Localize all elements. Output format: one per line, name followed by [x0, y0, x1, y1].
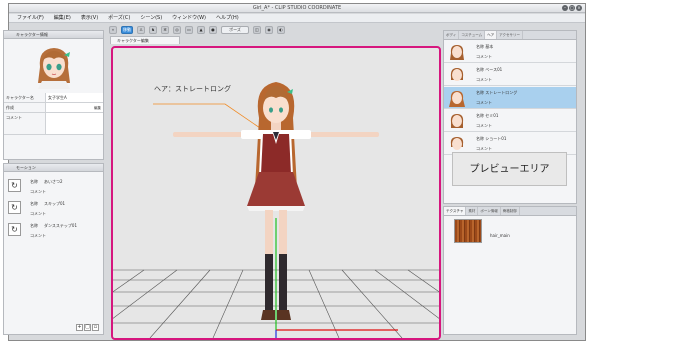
motion-reload-icon[interactable]: ↻: [8, 223, 21, 236]
preview-area[interactable]: ヘア：ストレートロング: [111, 46, 441, 340]
motion-name-label: 名称: [30, 179, 38, 184]
maximize-icon[interactable]: □: [569, 5, 575, 11]
motion-tab[interactable]: モーション: [4, 164, 103, 172]
character-properties: キャラクター名 女子学生A 作成 編集 コメント: [4, 93, 103, 135]
window-title: Girl_A* - CLIP STUDIO COORDINATE: [252, 5, 342, 11]
menu-help[interactable]: ヘルプ(H): [216, 14, 239, 22]
hair-list-item-selected[interactable]: 名称 ストレートロング コメント: [444, 87, 576, 109]
motion-reload-icon[interactable]: ↻: [8, 179, 21, 192]
motion-comment-label: コメント: [30, 211, 46, 216]
character-info-panel: キャラクター情報 キャラクター名 女子学生A 作成 編集 コメント: [3, 30, 104, 160]
motion-name: ダンスステップ01: [44, 223, 78, 228]
character-avatar: [26, 43, 82, 89]
menu-window[interactable]: ウィンドウ(W): [172, 14, 206, 22]
window-controls: – □ ×: [562, 5, 582, 11]
character-info-tab[interactable]: キャラクター情報: [4, 31, 103, 39]
motion-name: スキップ01: [44, 201, 66, 206]
hair-comment-label: コメント: [476, 77, 492, 82]
prop-key: コメント: [4, 113, 46, 134]
texture-panel: テクスチャ 素材 ボーン情報 骨格制御 hair_main: [443, 206, 577, 335]
dark-sphere-icon[interactable]: ◉: [265, 25, 273, 34]
tab-costume[interactable]: コスチューム: [459, 31, 486, 39]
toolbar: « 移動 ♙ ♞ ✲ ◎ ▭ ▲ ● ポーズ ◫ ◉ ◐: [109, 24, 449, 35]
menu-view[interactable]: 表示(V): [81, 14, 98, 22]
menu-file[interactable]: ファイル(F): [17, 14, 44, 22]
prop-key: キャラクター名: [4, 93, 46, 102]
hair-comment-label: コメント: [476, 123, 492, 128]
gear-icon[interactable]: ✲: [161, 25, 169, 34]
preview-hair-label: ヘア：ストレートロング: [154, 85, 231, 93]
texture-thumbnail[interactable]: [454, 219, 482, 243]
parts-tabs: ボディ コスチューム ヘア アクセサリー: [444, 31, 576, 40]
texture-tabs: テクスチャ 素材 ボーン情報 骨格制御: [444, 207, 576, 216]
hair-name: 名称 ベース01: [476, 67, 503, 72]
run-icon[interactable]: ♞: [149, 25, 157, 34]
tab-body[interactable]: ボディ: [444, 31, 460, 39]
add-icon[interactable]: +: [76, 324, 83, 331]
hair-thumbnail: [449, 91, 465, 107]
delete-icon[interactable]: ▫: [92, 324, 99, 331]
hair-name: 名称 基本: [476, 44, 494, 49]
prop-row: キャラクター名 女子学生A: [4, 93, 103, 103]
sphere-icon[interactable]: ●: [209, 25, 217, 34]
hair-list-item[interactable]: 名称 基本 コメント: [444, 41, 576, 63]
title-bar: Girl_A* - CLIP STUDIO COORDINATE – □ ×: [9, 4, 585, 13]
prop-value[interactable]: 女子学生A: [46, 93, 103, 102]
tab-material[interactable]: 素材: [466, 207, 479, 215]
motion-item[interactable]: ↻ 名称 ダンスステップ01 コメント: [4, 220, 103, 242]
camera-icon[interactable]: ▭: [185, 25, 193, 34]
preview-area-callout: プレビューエリア: [452, 152, 567, 186]
tab-texture[interactable]: テクスチャ: [444, 207, 467, 215]
hair-comment-label: コメント: [476, 54, 492, 59]
tab-hair[interactable]: ヘア: [485, 31, 498, 39]
hair-thumbnail: [450, 137, 464, 150]
hair-thumbnail: [450, 68, 464, 81]
prop-value[interactable]: 編集: [46, 103, 103, 112]
texture-name: hair_main: [490, 233, 510, 238]
motion-name: あいさつ2: [44, 179, 63, 184]
move-mode-button[interactable]: 移動: [121, 25, 133, 34]
hair-name: 名称 ストレートロング: [476, 90, 518, 95]
menu-scene[interactable]: シーン(S): [140, 14, 162, 22]
motion-reload-icon[interactable]: ↻: [8, 201, 21, 214]
tab-accessory[interactable]: アクセサリー: [497, 31, 523, 39]
motion-item[interactable]: ↻ 名称 あいさつ2 コメント: [4, 176, 103, 198]
hair-name: 名称 セミ01: [476, 113, 499, 118]
light-sphere-icon[interactable]: ◐: [277, 25, 285, 34]
prop-edit-button[interactable]: 編集: [94, 103, 101, 113]
motion-name-label: 名称: [30, 201, 38, 206]
motion-comment-label: コメント: [30, 189, 46, 194]
prop-key: 作成: [4, 103, 46, 112]
target-icon[interactable]: ◎: [173, 25, 181, 34]
hair-thumbnail: [450, 114, 464, 128]
menu-edit[interactable]: 編集(E): [54, 14, 71, 22]
motion-comment-label: コメント: [30, 233, 46, 238]
character-edit-tab[interactable]: キャラクター編集: [110, 36, 180, 44]
hair-thumbnail: [450, 45, 464, 60]
person-icon[interactable]: ♙: [137, 25, 145, 34]
prop-row: 作成 編集: [4, 103, 103, 113]
duplicate-icon[interactable]: ▢: [84, 324, 91, 331]
tab-bone-info[interactable]: ボーン情報: [478, 207, 501, 215]
motion-name-label: 名称: [30, 223, 38, 228]
menu-bar: ファイル(F) 編集(E) 表示(V) ポーズ(C) シーン(S) ウィンドウ(…: [9, 14, 585, 23]
tab-skeleton[interactable]: 骨格制御: [501, 207, 520, 215]
collapse-icon[interactable]: «: [109, 25, 117, 34]
hair-name: 名称 ショート01: [476, 136, 507, 141]
hair-comment-label: コメント: [476, 100, 492, 105]
menu-pose[interactable]: ポーズ(C): [108, 14, 130, 22]
figure-icon[interactable]: ▲: [197, 25, 205, 34]
hair-list-item[interactable]: 名称 ベース01 コメント: [444, 64, 576, 86]
motion-footer-buttons: + ▢ ▫: [76, 324, 99, 331]
minimize-icon[interactable]: –: [562, 5, 568, 11]
hair-list-item[interactable]: 名称 セミ01 コメント: [444, 110, 576, 132]
motion-panel: モーション ↻ 名称 あいさつ2 コメント ↻ 名称 スキップ01 コメント ↻…: [3, 163, 104, 335]
prop-value[interactable]: [46, 113, 103, 134]
motion-item[interactable]: ↻ 名称 スキップ01 コメント: [4, 198, 103, 220]
close-icon[interactable]: ×: [576, 5, 582, 11]
pose-button[interactable]: ポーズ: [221, 25, 249, 34]
prop-row: コメント: [4, 113, 103, 135]
frame-icon[interactable]: ◫: [253, 25, 261, 34]
